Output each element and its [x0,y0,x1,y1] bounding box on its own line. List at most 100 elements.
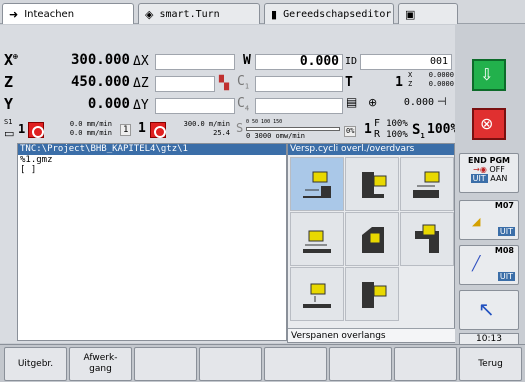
m07-toggle[interactable]: M07 ◢ UIT [459,200,519,240]
x-value: 300.000 [70,52,130,68]
feed-display-1: 0.0 mm/min 0.0 mm/min [69,120,112,137]
mode-tabbar: ➜ Inteachen ◈ smart.Turn ▮ Gereedschapse… [0,0,525,24]
stop-icon: ⊗ [480,114,494,133]
program-line[interactable]: %1.gmz [18,155,286,165]
id-value: 001 [429,56,448,67]
tab-gereedschapseditor[interactable]: ▮ Gereedschapseditor [264,3,394,24]
w-axis-label: W [243,53,251,68]
s-gray-label: S [236,121,244,135]
save-icon: ▣ [405,7,416,21]
cycle-transverse-plunge[interactable] [345,212,399,266]
coolant-nozzle-icon: ╱ [472,256,481,272]
program-line[interactable]: [ ] [18,165,286,175]
s-override-label: S1 [412,122,425,140]
spindle-state-icon: ▭ [4,127,15,140]
right-sidebar: ⇩ ⊗ END PGM →◉ OFF UIT AAN M07 ◢ UIT M08… [455,25,525,345]
diamond-arrow-icon: ◈ [145,7,154,21]
transverse-plunge-icon [362,227,384,253]
m08-toggle[interactable]: M08 ╱ UIT [459,245,519,285]
dz-label: ΔZ [133,76,149,91]
spindle2-num: 1 [120,124,132,136]
c1-field [255,76,343,92]
t-label: T [345,75,353,90]
s1-number: 1 [18,122,26,136]
longitudinal-plunge-icon [362,172,387,198]
end-pgm-toggle[interactable]: END PGM →◉ OFF UIT AAN [459,153,519,193]
softkey-uitgebr[interactable]: Uitgebr. [4,347,67,381]
y-axis-label: Y [4,95,14,113]
spindle2-stop-icon [150,122,166,138]
chuck-icon: ▚ [219,76,229,91]
t-value: 1 [395,75,403,90]
override-display: F 100% R 100% [374,118,408,140]
program-editor[interactable]: TNC:\Project\BHB_KAPITEL4\gtz\1 %1.gmz [… [17,143,287,341]
cycle-stop-button[interactable]: ⊗ [472,108,506,140]
cycle-start-button[interactable]: ⇩ [472,59,506,91]
s1-top: S1 [4,118,13,126]
angle-icon: ⊣ [437,95,447,108]
dx-label: ΔX [133,54,149,69]
c1-label: C1 [237,74,250,91]
s-override-value: 100% [427,122,459,137]
spindle-stop-icon [28,122,44,138]
cycle-contour-parallel-plunge[interactable] [345,267,399,321]
tab-save[interactable]: ▣ [398,3,458,24]
spindle2-id: 1 [138,121,146,136]
coolant-icon: ◢ [472,215,481,228]
cycle-contour-parallel[interactable] [290,267,344,321]
id-label: ID [345,56,358,67]
transverse-extended-icon [415,224,439,253]
mouse-cursor-button[interactable]: ↖ [459,290,519,330]
y-value: 0.000 [87,96,130,112]
tab-smart-turn[interactable]: ◈ smart.Turn [138,3,260,24]
start-icon: ⇩ [480,65,494,84]
tab-label: Gereedschapseditor [283,8,392,20]
softkey-terug[interactable]: Terug [459,347,522,381]
cycle-longitudinal-roughing[interactable] [290,157,344,211]
softkey-7[interactable] [394,347,457,381]
feed-display-2: 300.0 m/min 25.4 [183,120,230,137]
spindle-icon: ▤ [346,95,358,109]
contour-parallel-icon [303,283,331,308]
tool-icon: ▮ [271,7,278,21]
dy-field[interactable] [155,98,235,114]
longitudinal-extended-icon [413,171,440,198]
tool-offsets: X 0.0000 Z 0.0000 [408,71,454,88]
softkey-bar: Uitgebr. Afwerk- gang Terug [0,344,525,382]
dz-field[interactable] [155,76,215,92]
pct-badge: 0% [344,126,357,137]
w-value: 0.000 [299,54,339,69]
cycle-longitudinal-plunge[interactable] [345,157,399,211]
softkey-3[interactable] [134,347,197,381]
tab-label: Inteachen [24,8,75,20]
x-axis-label: X⊕ [4,51,18,69]
dx-field[interactable] [155,54,235,70]
spindle-orient-icon: ⊕ [368,96,378,109]
cycle-description: Verspanen overlangs [288,328,456,342]
cycle-transverse-roughing[interactable] [290,212,344,266]
status-row: S1 ▭ 1 0.0 mm/min 0.0 mm/min 1 1 300.0 m… [2,116,458,144]
contour-parallel-plunge-icon [362,282,387,308]
tab-label: smart.Turn [159,8,220,20]
c4-field [255,98,343,114]
softkey-6[interactable] [329,347,392,381]
cycle-menu-title: Versp.cycli overl./overdvars [288,144,454,155]
z-axis-label: Z [4,73,14,91]
c4-label: C4 [237,96,250,113]
z-value: 450.000 [70,74,130,90]
softkey-5[interactable] [264,347,327,381]
softkey-4[interactable] [199,347,262,381]
spindle-scale: 0 50 100 150 0 3000 omw/min [246,119,340,140]
cycle-transverse-extended[interactable] [400,212,454,266]
f-num: 1 [364,122,372,137]
dy-label: ΔY [133,98,149,113]
cursor-arrow-icon: ↖ [478,297,495,321]
tab-inteachen[interactable]: ➜ Inteachen [2,3,134,24]
arrow-icon: → [473,165,480,174]
file-path: TNC:\Project\BHB_KAPITEL4\gtz\1 [18,144,286,155]
cycle-menu: Versp.cycli overl./overdvars Verspanen o… [287,143,456,343]
longitudinal-roughing-icon [303,171,331,198]
spindle-angle: 0.000 [403,97,434,108]
softkey-afwerkgang[interactable]: Afwerk- gang [69,347,132,381]
cycle-longitudinal-extended[interactable] [400,157,454,211]
